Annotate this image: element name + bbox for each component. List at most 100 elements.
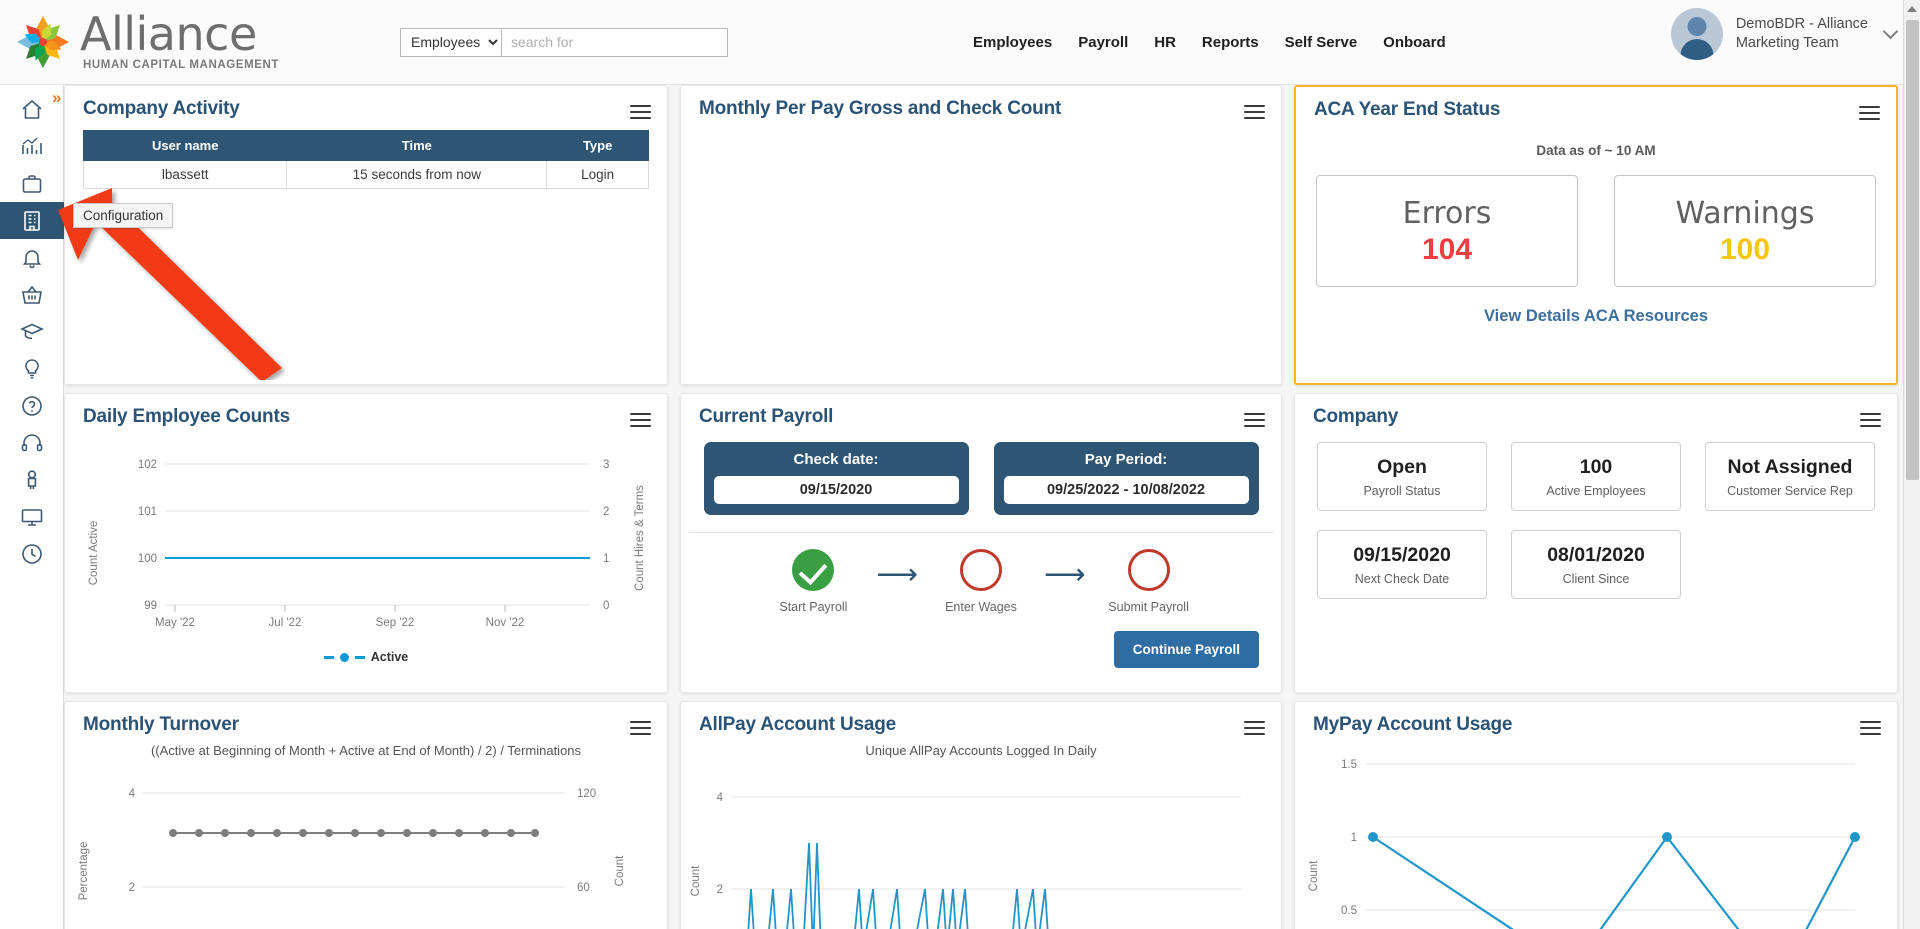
svg-text:2: 2 bbox=[129, 882, 135, 894]
tile-label: Customer Service Rep bbox=[1727, 483, 1853, 498]
headset-icon bbox=[20, 431, 44, 455]
user-menu[interactable]: DemoBDR - Alliance Marketing Team bbox=[1670, 8, 1899, 60]
tile-customer-service-rep[interactable]: Not Assigned Customer Service Rep bbox=[1705, 442, 1875, 511]
panel-menu-icon[interactable] bbox=[1244, 409, 1265, 431]
sidebar-item-configuration[interactable] bbox=[0, 202, 64, 239]
tile-next-check-date[interactable]: 09/15/2020 Next Check Date bbox=[1317, 530, 1487, 599]
monitor-icon bbox=[20, 505, 44, 529]
nav-item-onboard[interactable]: Onboard bbox=[1383, 34, 1446, 51]
continue-payroll-button[interactable]: Continue Payroll bbox=[1113, 631, 1259, 668]
sidebar-expand-button[interactable]: » bbox=[52, 88, 62, 108]
sidebar-item-briefcase[interactable] bbox=[0, 165, 64, 202]
dashboard-root: Alliance HUMAN CAPITAL MANAGEMENT Employ… bbox=[0, 0, 1920, 929]
check-circle-icon bbox=[792, 549, 835, 591]
payroll-step-submit[interactable]: Submit Payroll bbox=[1100, 549, 1198, 614]
svg-text:2: 2 bbox=[717, 884, 723, 896]
payroll-step-enter-wages[interactable]: Enter Wages bbox=[932, 549, 1030, 614]
panel-menu-icon[interactable] bbox=[1859, 102, 1880, 124]
app-header: Alliance HUMAN CAPITAL MANAGEMENT Employ… bbox=[0, 0, 1920, 85]
sidebar-item-profile[interactable] bbox=[0, 461, 64, 498]
company-tiles: Open Payroll Status 100 Active Employees… bbox=[1295, 428, 1897, 599]
search-scope-select[interactable]: Employees bbox=[401, 28, 502, 56]
empty-circle-icon bbox=[1127, 549, 1170, 591]
legend-label-active: Active bbox=[370, 650, 409, 664]
sidebar-item-support[interactable] bbox=[0, 424, 64, 461]
sidebar-item-help[interactable] bbox=[0, 387, 64, 424]
svg-text:101: 101 bbox=[138, 506, 157, 518]
graduation-cap-icon bbox=[20, 320, 44, 344]
panel-menu-icon[interactable] bbox=[1244, 717, 1265, 739]
svg-text:Count Active: Count Active bbox=[88, 521, 100, 586]
pay-period-value[interactable]: 09/25/2022 - 10/08/2022 bbox=[1003, 476, 1249, 504]
person-icon bbox=[20, 468, 44, 492]
tile-active-employees[interactable]: 100 Active Employees bbox=[1511, 442, 1681, 511]
panel-allpay-account-usage: AllPay Account Usage Unique AllPay Accou… bbox=[680, 701, 1282, 929]
brand-logo[interactable]: Alliance HUMAN CAPITAL MANAGEMENT bbox=[0, 11, 300, 73]
panel-menu-icon[interactable] bbox=[630, 101, 651, 123]
sidebar-item-analytics[interactable] bbox=[0, 128, 64, 165]
basket-icon bbox=[20, 283, 44, 307]
svg-text:Sep '22: Sep '22 bbox=[376, 617, 415, 629]
svg-text:Count: Count bbox=[614, 855, 626, 886]
scroll-thumb[interactable] bbox=[1906, 20, 1919, 480]
nav-item-reports[interactable]: Reports bbox=[1202, 34, 1259, 51]
svg-text:Nov '22: Nov '22 bbox=[486, 617, 525, 629]
pay-period-card: Pay Period: 09/25/2022 - 10/08/2022 bbox=[993, 442, 1259, 515]
panel-menu-icon[interactable] bbox=[1244, 101, 1265, 123]
daily-counts-legend[interactable]: Active bbox=[65, 650, 667, 664]
nav-item-self-serve[interactable]: Self Serve bbox=[1285, 34, 1358, 51]
step-label: Enter Wages bbox=[945, 600, 1017, 614]
legend-line-icon bbox=[354, 655, 365, 659]
panel-menu-icon[interactable] bbox=[630, 717, 651, 739]
monthly-turnover-chart: Percentage 4 2 120 60 Count bbox=[78, 788, 626, 900]
panel-menu-icon[interactable] bbox=[1860, 717, 1881, 739]
sidebar-item-time[interactable] bbox=[0, 535, 64, 572]
aca-as-of-text: Data as of ~ 10 AM bbox=[1536, 143, 1656, 158]
building-icon bbox=[20, 209, 44, 233]
svg-text:2: 2 bbox=[603, 506, 609, 518]
allpay-subtitle: Unique AllPay Accounts Logged In Daily bbox=[865, 743, 1097, 758]
alliance-logo-icon bbox=[12, 11, 74, 73]
sidebar-item-display[interactable] bbox=[0, 498, 64, 535]
aca-view-details-link[interactable]: View Details ACA Resources bbox=[1296, 307, 1896, 326]
tile-client-since[interactable]: 08/01/2020 Client Since bbox=[1511, 530, 1681, 599]
nav-item-payroll[interactable]: Payroll bbox=[1078, 34, 1128, 51]
global-search[interactable]: Employees bbox=[400, 27, 728, 57]
chevron-down-icon[interactable] bbox=[1882, 23, 1899, 40]
legend-marker-icon bbox=[339, 652, 349, 662]
nav-item-employees[interactable]: Employees bbox=[973, 34, 1052, 51]
sidebar-item-notifications[interactable] bbox=[0, 239, 64, 276]
table-row[interactable]: lbassett 15 seconds from now Login bbox=[82, 160, 649, 189]
check-date-value[interactable]: 09/15/2020 bbox=[713, 476, 959, 504]
arrow-right-icon: ⟶ bbox=[1044, 559, 1086, 591]
main-navigation: Employees Payroll HR Reports Self Serve … bbox=[973, 34, 1446, 51]
aca-warnings-box[interactable]: Warnings 100 bbox=[1614, 175, 1876, 287]
panel-menu-icon[interactable] bbox=[1860, 409, 1881, 431]
panel-title: Monthly Per Pay Gross and Check Count bbox=[699, 98, 1062, 119]
step-label: Start Payroll bbox=[779, 600, 848, 614]
left-sidebar bbox=[0, 85, 64, 929]
svg-text:May '22: May '22 bbox=[155, 617, 195, 629]
tile-payroll-status[interactable]: Open Payroll Status bbox=[1317, 442, 1487, 511]
allpay-chart: Count 4 2 bbox=[690, 792, 1241, 929]
sidebar-item-marketplace[interactable] bbox=[0, 276, 64, 313]
company-activity-table: User name Time Type lbassett 15 seconds … bbox=[82, 130, 649, 189]
tile-label: Next Check Date bbox=[1354, 571, 1450, 586]
scroll-up-arrow-icon[interactable] bbox=[1907, 6, 1917, 12]
aca-errors-box[interactable]: Errors 104 bbox=[1316, 175, 1578, 287]
tile-label: Active Employees bbox=[1546, 483, 1646, 498]
panel-menu-icon[interactable] bbox=[630, 409, 651, 431]
panel-title: Daily Employee Counts bbox=[83, 406, 290, 427]
tile-value: 09/15/2020 bbox=[1353, 543, 1451, 566]
payroll-step-start[interactable]: Start Payroll bbox=[764, 549, 862, 614]
sidebar-item-ideas[interactable] bbox=[0, 350, 64, 387]
sidebar-item-learning[interactable] bbox=[0, 313, 64, 350]
monthly-gross-chart bbox=[681, 120, 1281, 360]
brand-tagline: HUMAN CAPITAL MANAGEMENT bbox=[83, 59, 280, 72]
column-time: Time bbox=[286, 130, 548, 161]
page-scrollbar[interactable] bbox=[1903, 0, 1920, 929]
nav-item-hr[interactable]: HR bbox=[1154, 34, 1176, 51]
search-input[interactable] bbox=[502, 28, 727, 56]
aca-warnings-label: Warnings bbox=[1675, 195, 1815, 231]
mypay-chart: Count 1.5 1 0.5 bbox=[1308, 759, 1860, 929]
